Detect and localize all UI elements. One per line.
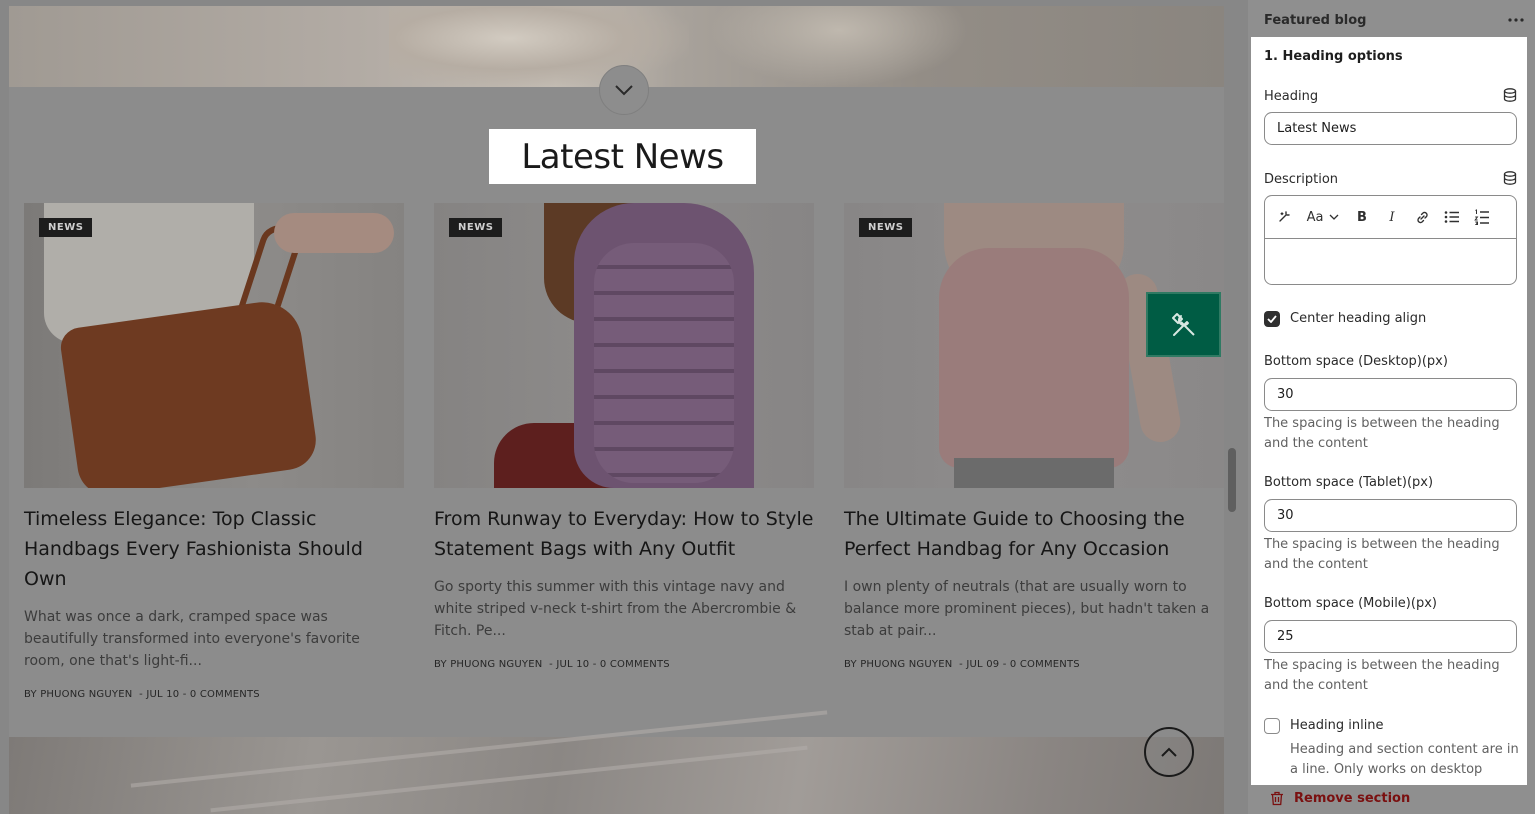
panel-header: Featured blog bbox=[1264, 11, 1524, 29]
rte-font-label: Aa bbox=[1306, 209, 1324, 225]
checkmark-icon bbox=[1267, 315, 1277, 323]
settings-form: 1. Heading options Heading Latest News D… bbox=[1251, 37, 1527, 785]
tablet-space-value: 30 bbox=[1277, 508, 1294, 523]
trash-icon bbox=[1271, 791, 1283, 806]
mobile-space-input[interactable]: 25 bbox=[1264, 620, 1517, 653]
heading-input-value: Latest News bbox=[1277, 121, 1357, 136]
desktop-space-value: 30 bbox=[1277, 387, 1294, 402]
post-author: BY PHUONG NGUYEN bbox=[434, 659, 543, 670]
remove-section-label: Remove section bbox=[1294, 791, 1411, 806]
post-date: JUL 10 bbox=[556, 659, 590, 670]
description-label: Description bbox=[1264, 172, 1339, 187]
blog-card-image[interactable]: NEWS bbox=[434, 203, 814, 488]
rte-toolbar: Aa B I bbox=[1265, 196, 1516, 239]
settings-section-title: 1. Heading options bbox=[1264, 49, 1403, 64]
wrench-screwdriver-icon bbox=[1171, 312, 1195, 336]
blog-card[interactable]: NEWS Timeless Elegance: Top Classic Hand… bbox=[24, 203, 404, 700]
mobile-space-help: The spacing is between the heading and t… bbox=[1264, 658, 1500, 693]
rte-bullet-list-button[interactable] bbox=[1441, 206, 1463, 228]
rte-font-size-dropdown[interactable]: Aa bbox=[1303, 206, 1343, 228]
blog-card-title[interactable]: From Runway to Everyday: How to Style St… bbox=[434, 504, 814, 564]
meta-separator: - bbox=[959, 659, 963, 670]
italic-icon: I bbox=[1389, 209, 1395, 225]
meta-separator: - bbox=[549, 659, 553, 670]
tablet-space-help: The spacing is between the heading and t… bbox=[1264, 537, 1500, 572]
chevron-down-icon bbox=[615, 85, 633, 96]
news-badge: NEWS bbox=[449, 218, 503, 237]
meta-separator: - bbox=[182, 689, 187, 700]
heading-inline-label[interactable]: Heading inline bbox=[1290, 718, 1384, 733]
scroll-down-button[interactable] bbox=[599, 65, 649, 115]
tablet-space-input[interactable]: 30 bbox=[1264, 499, 1517, 532]
blog-card[interactable]: NEWS The Ultimate Guide to Choosing the … bbox=[844, 203, 1224, 670]
news-badge: NEWS bbox=[39, 218, 93, 237]
post-comments[interactable]: 0 COMMENTS bbox=[600, 659, 670, 670]
news-badge: NEWS bbox=[859, 218, 913, 237]
center-heading-label[interactable]: Center heading align bbox=[1290, 311, 1426, 326]
heading-inline-help: Heading and section content are in a lin… bbox=[1290, 742, 1519, 777]
blog-card-meta: BY PHUONG NGUYEN - JUL 09 - 0 COMMENTS bbox=[844, 659, 1224, 670]
mobile-space-label: Bottom space (Mobile)(px) bbox=[1264, 596, 1437, 611]
blog-card-meta: BY PHUONG NGUYEN - JUL 10 - 0 COMMENTS bbox=[434, 659, 814, 670]
desktop-space-help: The spacing is between the heading and t… bbox=[1264, 416, 1500, 451]
blog-card-title[interactable]: The Ultimate Guide to Choosing the Perfe… bbox=[844, 504, 1224, 564]
blog-card-meta: BY PHUONG NGUYEN - JUL 10 - 0 COMMENTS bbox=[24, 689, 404, 700]
rte-numbered-list-button[interactable] bbox=[1471, 206, 1493, 228]
rte-magic-button[interactable] bbox=[1273, 206, 1295, 228]
rte-italic-button[interactable]: I bbox=[1381, 206, 1403, 228]
blog-card-title[interactable]: Timeless Elegance: Top Classic Handbags … bbox=[24, 504, 404, 594]
remove-section-button[interactable]: Remove section bbox=[1270, 791, 1410, 806]
meta-separator: - bbox=[1002, 659, 1007, 670]
blog-card-excerpt: What was once a dark, cramped space was … bbox=[24, 609, 360, 669]
heading-label: Heading bbox=[1264, 89, 1319, 104]
theme-preview: Latest News NEWS Timeless Elegance: Top … bbox=[0, 0, 1248, 814]
more-horizontal-icon[interactable] bbox=[1508, 18, 1524, 22]
desktop-space-input[interactable]: 30 bbox=[1264, 378, 1517, 411]
blog-card-excerpt: Go sporty this summer with this vintage … bbox=[434, 579, 797, 639]
chevron-up-icon bbox=[1161, 747, 1177, 757]
sparkle-wand-icon bbox=[1279, 211, 1290, 222]
post-comments[interactable]: 0 COMMENTS bbox=[190, 689, 260, 700]
post-comments[interactable]: 0 COMMENTS bbox=[1010, 659, 1080, 670]
hero-image-detail bbox=[709, 6, 969, 87]
heading-inline-checkbox[interactable] bbox=[1264, 718, 1280, 734]
center-heading-checkbox[interactable] bbox=[1264, 311, 1280, 327]
dynamic-source-icon[interactable] bbox=[1503, 88, 1517, 102]
section-heading-text: Latest News bbox=[521, 136, 724, 177]
meta-separator: - bbox=[592, 659, 597, 670]
desktop-space-label: Bottom space (Desktop)(px) bbox=[1264, 354, 1448, 369]
chevron-down-icon bbox=[1329, 214, 1339, 220]
blog-card[interactable]: NEWS From Runway to Everyday: How to Sty… bbox=[434, 203, 814, 670]
meta-separator: - bbox=[139, 689, 143, 700]
post-date: JUL 10 bbox=[146, 689, 180, 700]
scroll-to-top-button[interactable] bbox=[1144, 727, 1194, 777]
heading-input[interactable]: Latest News bbox=[1264, 112, 1517, 145]
link-icon bbox=[1416, 211, 1428, 223]
dynamic-source-icon[interactable] bbox=[1503, 171, 1517, 185]
bold-icon: B bbox=[1357, 209, 1367, 225]
mobile-space-value: 25 bbox=[1277, 629, 1294, 644]
rte-bold-button[interactable]: B bbox=[1351, 206, 1373, 228]
post-author: BY PHUONG NGUYEN bbox=[844, 659, 953, 670]
hero-image-bottom bbox=[9, 710, 1224, 814]
blog-card-image[interactable]: NEWS bbox=[24, 203, 404, 488]
tablet-space-label: Bottom space (Tablet)(px) bbox=[1264, 475, 1434, 490]
description-rich-text-editor[interactable]: Aa B I bbox=[1264, 195, 1517, 285]
numbered-list-icon bbox=[1474, 209, 1489, 225]
section-heading[interactable]: Latest News bbox=[489, 129, 756, 184]
preview-scrollbar[interactable] bbox=[1228, 448, 1236, 512]
theme-tools-button[interactable] bbox=[1146, 292, 1221, 357]
post-author: BY PHUONG NGUYEN bbox=[24, 689, 133, 700]
blog-card-excerpt: I own plenty of neutrals (that are usual… bbox=[844, 579, 1210, 639]
post-date: JUL 09 bbox=[966, 659, 1000, 670]
rte-link-button[interactable] bbox=[1411, 206, 1433, 228]
settings-panel: Featured blog 1. Heading options Heading… bbox=[1248, 0, 1535, 814]
panel-title: Featured blog bbox=[1264, 12, 1367, 28]
bullet-list-icon bbox=[1444, 211, 1459, 223]
